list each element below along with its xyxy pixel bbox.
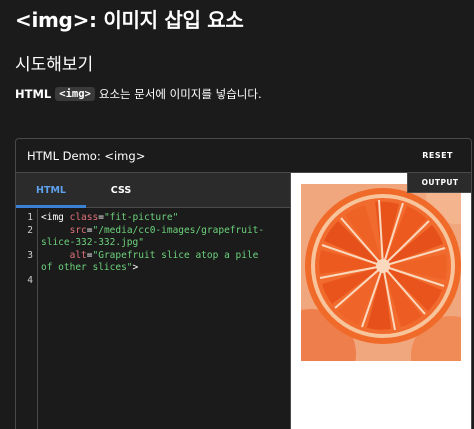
tab-css[interactable]: CSS <box>86 173 156 208</box>
intro-rest: 요소는 문서에 이미지를 넣습니다. <box>98 87 262 101</box>
output-panel: OUTPUT <box>291 173 471 429</box>
tab-html[interactable]: HTML <box>16 173 86 208</box>
line-number: 3 <box>27 249 33 261</box>
code-line: src="/media/cc0-images/grapefruit- <box>41 225 287 238</box>
code-attr: class <box>69 212 99 223</box>
intro-strong: HTML <box>15 87 52 101</box>
line-number: 4 <box>27 274 33 286</box>
line-number: 1 <box>27 212 33 223</box>
section-title: 시도해보기 <box>15 55 94 75</box>
intro-code: <img> <box>55 87 95 101</box>
code-line: of other slices"> <box>41 262 287 275</box>
code-tag: <img <box>41 212 70 223</box>
demo-header: HTML Demo: <img> RESET <box>16 139 471 173</box>
code-line: slice-332-332.jpg" <box>41 237 287 250</box>
interactive-example: HTML Demo: <img> RESET HTML CSS 1 2 3 4 … <box>15 138 472 429</box>
code-editor[interactable]: HTML CSS 1 2 3 4 <img class="fit-picture… <box>16 173 291 429</box>
page-title: <img>: 이미지 삽입 요소 <box>15 8 244 32</box>
code-attr: src <box>69 224 87 236</box>
code-value: of other slices" <box>41 262 133 273</box>
output-button[interactable]: OUTPUT <box>407 173 471 193</box>
demo-title: HTML Demo: <img> <box>27 149 146 163</box>
code-tag: > <box>132 262 139 273</box>
code-line: <img class="fit-picture" <box>41 212 287 225</box>
code-value: "fit-picture" <box>103 212 179 223</box>
code-line: alt="Grapefruit slice atop a pile <box>41 250 287 263</box>
reset-button[interactable]: RESET <box>422 151 453 160</box>
line-gutter: 1 2 3 4 <box>16 209 38 429</box>
code-lines: <img class="fit-picture" src="/media/cc0… <box>41 212 287 275</box>
grapefruit-illustration <box>301 184 461 361</box>
code-area[interactable]: 1 2 3 4 <img class="fit-picture" src="/m… <box>16 209 290 429</box>
code-attr: alt <box>69 249 87 261</box>
code-value: "Grapefruit slice atop a pile <box>92 249 259 261</box>
code-value: "/media/cc0-images/grapefruit- <box>92 224 265 236</box>
editor-tabs: HTML CSS <box>16 173 290 208</box>
line-number: 2 <box>27 224 33 236</box>
grapefruit-image <box>301 184 461 361</box>
intro-text: HTML <img> 요소는 문서에 이미지를 넣습니다. <box>15 86 262 102</box>
code-value: slice-332-332.jpg" <box>41 237 144 248</box>
